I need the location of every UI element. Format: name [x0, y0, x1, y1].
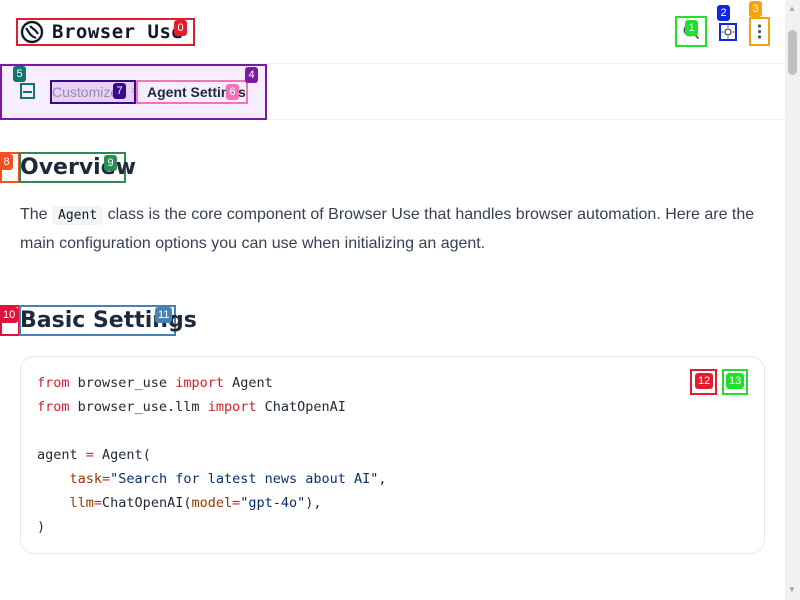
browser-use-logo-icon	[20, 20, 44, 44]
element-tag-6: 6	[226, 84, 239, 100]
element-tag-12: 12	[695, 373, 714, 389]
element-tag-10: 10	[0, 307, 19, 323]
element-tag-11: 11	[155, 307, 173, 323]
more-vertical-icon	[757, 24, 762, 39]
menu-icon	[23, 91, 32, 93]
overview-heading: Overview	[20, 155, 136, 180]
app-title: Browser Use	[52, 21, 184, 43]
sidebar-toggle-button[interactable]	[20, 83, 35, 99]
element-tag-0: 0	[174, 20, 187, 36]
element-tag-7: 7	[113, 83, 126, 99]
inline-code-agent: Agent	[52, 206, 104, 225]
element-tag-3: 3	[749, 1, 762, 17]
intro-paragraph: The Agent class is the core component of…	[20, 201, 780, 258]
element-tag-1: 1	[685, 20, 698, 36]
intro-text-start: The	[20, 206, 53, 223]
scroll-up-arrow-icon[interactable]: ▲	[788, 4, 796, 13]
element-tag-2: 2	[717, 5, 730, 21]
element-tag-4: 4	[245, 67, 258, 83]
breadcrumb-separator: ›	[131, 83, 135, 97]
intro-text-end: class is the core component of Browser U…	[20, 206, 755, 252]
page-scrollbar[interactable]	[785, 0, 800, 600]
code-content: from browser_use import Agent from brows…	[37, 375, 387, 535]
scrollbar-thumb[interactable]	[788, 30, 797, 75]
theme-toggle-button[interactable]	[719, 23, 737, 41]
more-options-button[interactable]	[749, 17, 770, 46]
scroll-down-arrow-icon[interactable]: ▼	[788, 585, 796, 594]
theme-toggle-icon	[721, 25, 735, 39]
element-tag-13: 13	[726, 373, 745, 389]
element-tag-5: 5	[13, 66, 26, 82]
element-tag-8: 8	[0, 154, 13, 170]
element-tag-9: 9	[104, 155, 117, 171]
